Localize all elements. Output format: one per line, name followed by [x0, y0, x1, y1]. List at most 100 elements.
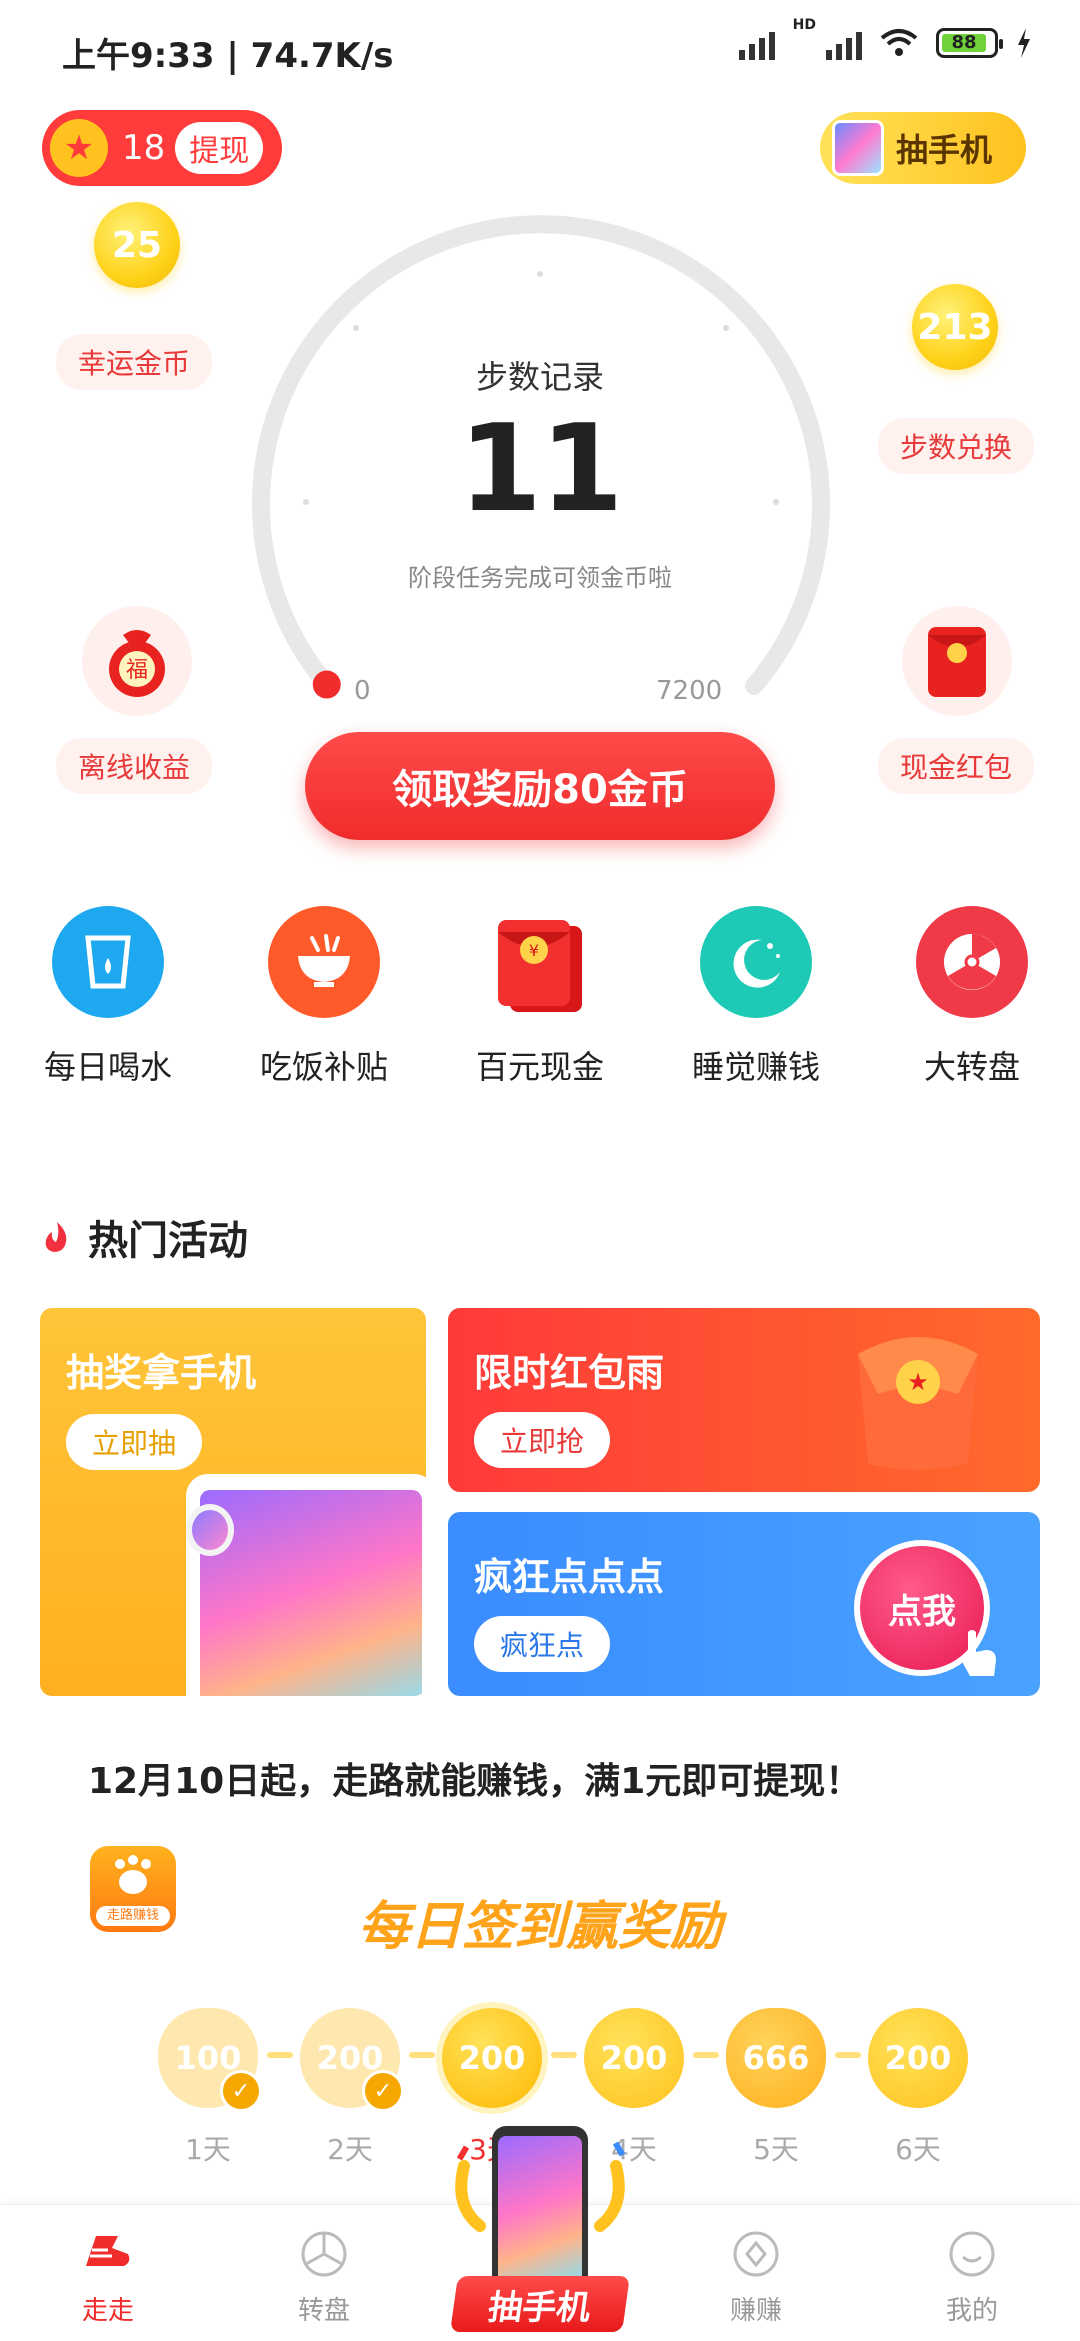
gauge-min: 0 — [354, 676, 371, 706]
nav-walk-label: 走走 — [81, 2296, 134, 2326]
crazy-tap-card[interactable]: 疯狂点点点 疯狂点 点我 — [448, 1512, 1040, 1696]
status-icons: HD 88 — [738, 17, 1032, 60]
coin-icon: 200 — [442, 2008, 542, 2108]
quick-action-wheel[interactable]: 大转盘 — [864, 906, 1080, 1088]
smile-face-icon — [944, 2226, 1000, 2282]
gauge-subtitle: 阶段任务完成可领金币啦 — [408, 564, 672, 592]
svg-text:★: ★ — [907, 1368, 929, 1396]
day-label: 6天 — [895, 2133, 941, 2166]
nav-earn[interactable]: 赚赚 — [676, 2226, 836, 2327]
signin-day-6[interactable]: 200 6天 — [868, 2008, 968, 2168]
grab-now-button[interactable]: 立即抢 — [474, 1412, 611, 1468]
coin-icon: 200 — [584, 2008, 684, 2108]
offline-income-label[interactable]: 离线收益 — [56, 738, 213, 794]
rice-bowl-icon — [268, 906, 380, 1018]
offline-income-button[interactable]: 福 — [82, 606, 192, 716]
phone-image-icon — [832, 120, 884, 176]
gauge-progress-marker — [312, 670, 341, 699]
star-coin-icon: ★ — [50, 119, 108, 177]
hd-icon: HD — [792, 17, 816, 33]
battery-icon: 88 — [936, 28, 1003, 58]
nav-walk[interactable]: 走走 — [28, 2226, 188, 2327]
svg-text:福: 福 — [126, 658, 148, 683]
day-connector — [551, 2052, 577, 2058]
red-envelope-icon: ¥ — [484, 906, 596, 1018]
quick-action-water[interactable]: 每日喝水 — [0, 906, 216, 1088]
signal-icon — [738, 26, 775, 60]
card-title: 限时红包雨 — [474, 1351, 665, 1395]
coin-count: 18 — [122, 128, 166, 168]
nav-mine[interactable]: 我的 — [892, 2226, 1052, 2327]
hot-activities-header: 热门活动 — [40, 1208, 248, 1266]
card-title: 抽奖拿手机 — [66, 1351, 257, 1395]
phone-illustration — [492, 2126, 588, 2296]
signin-day-2[interactable]: 200 ✓ 2天 — [300, 2008, 404, 2168]
hot-activities-title: 热门活动 — [88, 1218, 248, 1264]
phone-draw-pill[interactable]: 抽手机 — [820, 112, 1026, 184]
nav-wheel-label: 转盘 — [297, 2296, 350, 2326]
redpacket-rain-card[interactable]: 限时红包雨 立即抢 ★ — [448, 1308, 1040, 1492]
day-label: 5天 — [753, 2133, 799, 2166]
cash-redpacket-label[interactable]: 现金红包 — [878, 738, 1035, 794]
wheel-icon — [916, 906, 1028, 1018]
signal-2-icon — [826, 26, 862, 60]
signin-day-1[interactable]: 100 ✓ 1天 — [158, 2008, 262, 2168]
coin-icon: 200 — [868, 2008, 968, 2108]
quick-action-label: 睡觉赚钱 — [691, 1048, 820, 1086]
day-label: 1天 — [185, 2133, 231, 2166]
quick-action-meal[interactable]: 吃饭补贴 — [216, 906, 432, 1088]
nav-earn-label: 赚赚 — [729, 2296, 782, 2326]
quick-action-label: 百元现金 — [475, 1048, 604, 1086]
quick-action-sleep[interactable]: 睡觉赚钱 — [648, 906, 864, 1088]
day-connector — [267, 2052, 293, 2058]
red-packet-icon — [928, 627, 986, 697]
nav-center-label: 抽手机 — [450, 2276, 630, 2332]
phone-draw-label: 抽手机 — [896, 131, 993, 169]
status-time: 上午9:33 | 74.7K/s — [62, 36, 394, 76]
day-label: 2天 — [327, 2133, 373, 2166]
hand-pointer-icon — [960, 1630, 996, 1676]
check-icon: ✓ — [220, 2070, 262, 2112]
phone-lottery-card[interactable]: 抽奖拿手机 立即抽 — [40, 1308, 426, 1696]
cash-redpacket-button[interactable] — [902, 606, 1012, 716]
coin-balance-pill[interactable]: ★ 18 提现 — [42, 110, 282, 186]
coin-icon: 200 ✓ — [300, 2008, 404, 2112]
running-shoe-icon — [80, 2226, 136, 2282]
day-connector — [835, 2052, 861, 2058]
fire-icon — [45, 1222, 67, 1252]
quick-action-cash[interactable]: ¥ 百元现金 — [432, 906, 648, 1088]
charging-icon — [1018, 28, 1030, 58]
lucky-bag-icon: 福 — [109, 630, 165, 697]
card-title: 疯狂点点点 — [474, 1555, 665, 1599]
coin-diamond-icon — [728, 2226, 784, 2282]
nav-mine-label: 我的 — [945, 2296, 998, 2326]
signin-day-5[interactable]: 666 5天 — [726, 2008, 826, 2168]
crazy-tap-button[interactable]: 疯狂点 — [474, 1616, 611, 1672]
quick-action-label: 吃饭补贴 — [259, 1048, 388, 1086]
step-record-title: 步数记录 — [475, 358, 604, 396]
nav-wheel[interactable]: 转盘 — [244, 2226, 404, 2327]
wifi-icon — [880, 29, 918, 56]
step-count: 11 — [458, 400, 624, 539]
camera-icon — [186, 1504, 234, 1556]
moon-icon — [700, 906, 812, 1018]
wheel-outline-icon — [296, 2226, 352, 2282]
red-bag-icon: ★ — [858, 1337, 978, 1470]
announcement-text: 12月10日起，走路就能赚钱，满1元即可提现！ — [88, 1761, 862, 1802]
coin-bag-icon: 100 ✓ — [158, 2008, 262, 2112]
quick-action-label: 大转盘 — [923, 1048, 1020, 1086]
day-connector — [693, 2052, 719, 2058]
svg-text:¥: ¥ — [529, 941, 539, 960]
check-icon: ✓ — [362, 2070, 404, 2112]
withdraw-button[interactable]: 提现 — [175, 122, 264, 174]
coin-bag-icon: 666 — [726, 2008, 826, 2108]
draw-now-button[interactable]: 立即抽 — [66, 1414, 203, 1470]
day-connector — [409, 2052, 435, 2058]
quick-action-label: 每日喝水 — [43, 1048, 172, 1086]
gauge-max: 7200 — [656, 676, 723, 706]
signin-title: 每日签到赢奖励 — [357, 1897, 722, 1957]
nav-center-phone-draw[interactable]: 抽手机 — [440, 2126, 640, 2340]
water-cup-icon — [52, 906, 164, 1018]
claim-reward-button[interactable]: 领取奖励80金币 — [305, 732, 775, 840]
lucky-coin-button[interactable]: 25 — [94, 202, 180, 288]
